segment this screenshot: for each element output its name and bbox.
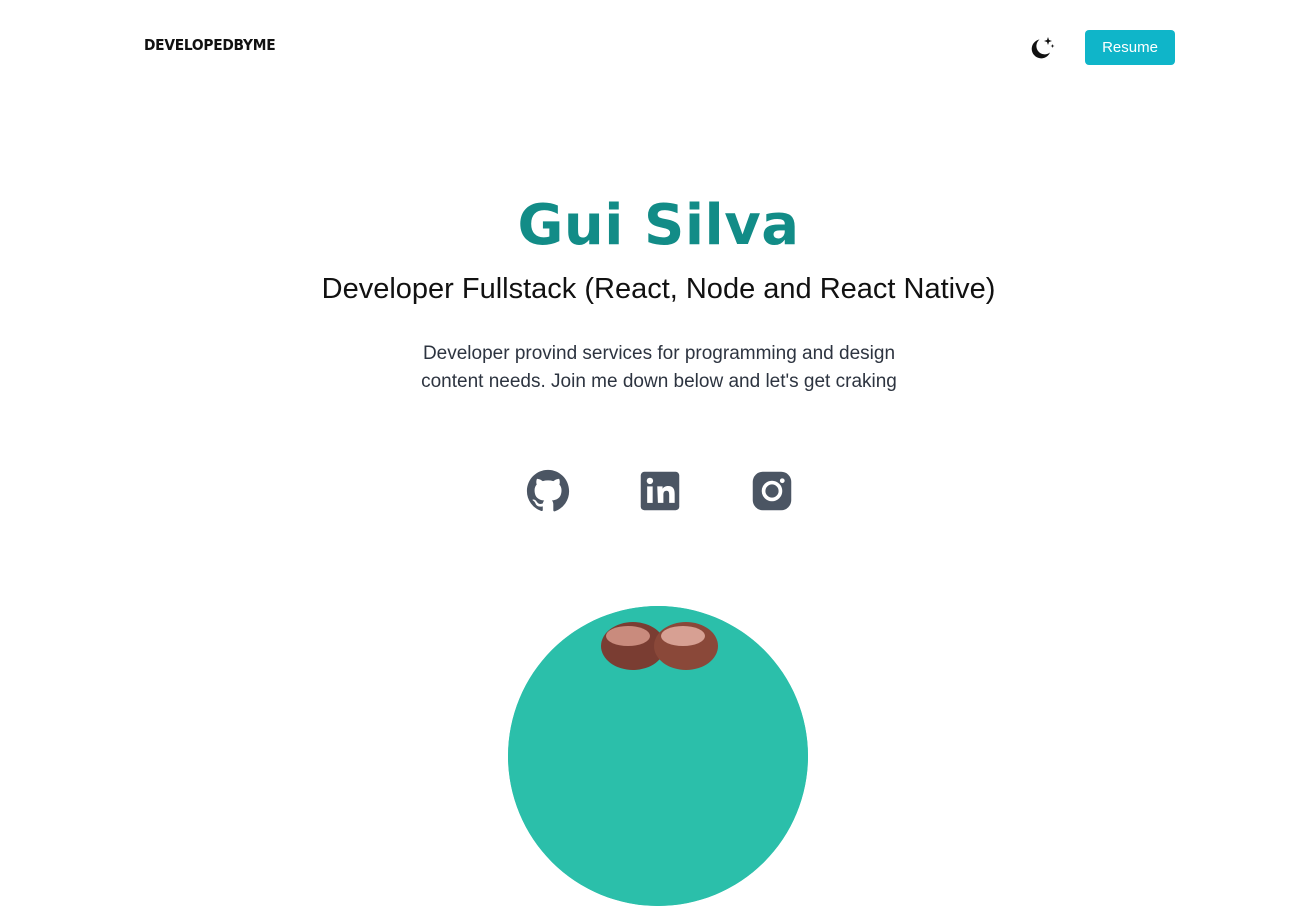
navbar: DEVELOPEDBYME Resume — [0, 0, 1301, 95]
avatar — [508, 606, 808, 906]
avatar-illustration — [508, 606, 808, 906]
github-link[interactable] — [526, 469, 570, 513]
instagram-link[interactable] — [750, 469, 794, 513]
hero-description: Developer provind services for programmi… — [421, 343, 897, 392]
theme-toggle-button[interactable] — [1026, 33, 1056, 63]
resume-button[interactable]: Resume — [1085, 30, 1175, 65]
linkedin-link[interactable] — [638, 469, 682, 513]
site-logo[interactable]: DEVELOPEDBYME — [144, 36, 276, 54]
instagram-icon — [752, 471, 792, 511]
github-icon — [526, 469, 570, 512]
moon-stars-icon — [1031, 37, 1055, 59]
hero-role: Developer Fullstack (React, Node and Rea… — [321, 273, 996, 305]
hero-name: Gui Silva — [517, 193, 800, 258]
linkedin-icon — [640, 471, 680, 511]
